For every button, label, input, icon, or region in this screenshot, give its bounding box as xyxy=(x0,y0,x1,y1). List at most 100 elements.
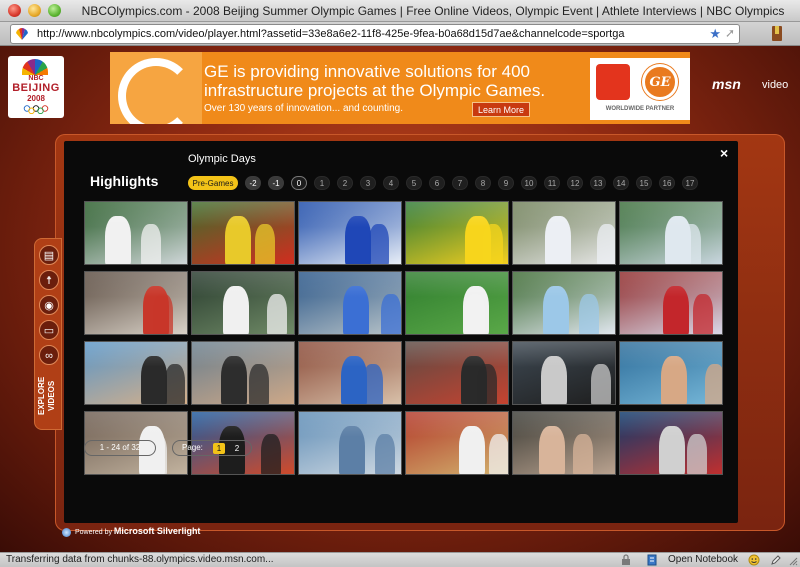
tv-icon[interactable]: ▭ xyxy=(39,320,59,340)
video-thumbnail[interactable] xyxy=(298,201,402,265)
ad-swirl-graphic xyxy=(110,52,202,124)
video-thumbnail[interactable] xyxy=(298,271,402,335)
olympic-day-11[interactable]: 11 xyxy=(544,176,560,190)
silverlight-icon xyxy=(62,527,71,537)
video-thumbnail[interactable] xyxy=(512,411,616,475)
video-thumbnail[interactable] xyxy=(191,271,295,335)
bookmark-star-icon[interactable]: ★ xyxy=(709,26,721,42)
athlete-figure xyxy=(153,294,173,334)
video-thumbnail[interactable] xyxy=(191,201,295,265)
video-thumbnail[interactable] xyxy=(84,271,188,335)
athlete-figure xyxy=(375,434,395,474)
thumbnail-gloss xyxy=(192,412,294,437)
thumbnail-gloss xyxy=(299,412,401,437)
olympic-day-2[interactable]: 2 xyxy=(337,176,353,190)
explore-videos-label: EXPLORE VIDEOS xyxy=(37,376,56,416)
olympic-day-12[interactable]: 12 xyxy=(567,176,583,190)
olympic-day-13[interactable]: 13 xyxy=(590,176,606,190)
olympic-day-10[interactable]: 10 xyxy=(521,176,537,190)
smiley-icon[interactable] xyxy=(748,554,760,566)
video-thumbnail[interactable] xyxy=(84,201,188,265)
video-thumbnail[interactable] xyxy=(619,411,723,475)
url-field[interactable]: http://www.nbcolympics.com/video/player.… xyxy=(10,24,740,44)
rings-icon[interactable]: ∞ xyxy=(39,345,59,365)
olympic-day-1[interactable]: 1 xyxy=(314,176,330,190)
olympic-day-15[interactable]: 15 xyxy=(636,176,652,190)
video-thumbnail[interactable] xyxy=(512,341,616,405)
athlete-figure xyxy=(381,294,401,334)
athlete-figure xyxy=(363,364,383,404)
page-label: Page: xyxy=(182,443,203,452)
silverlight-credit[interactable]: Powered by Microsoft Silverlight xyxy=(62,526,200,537)
minimize-window-button[interactable] xyxy=(28,4,41,17)
video-thumbnail[interactable] xyxy=(298,341,402,405)
olympic-day-14[interactable]: 14 xyxy=(613,176,629,190)
beijing-emblem-icon xyxy=(596,64,630,100)
olympic-day--1[interactable]: -1 xyxy=(268,176,284,190)
go-arrow-icon[interactable]: ➚ xyxy=(725,26,735,40)
olympic-day-6[interactable]: 6 xyxy=(429,176,445,190)
olympic-day-9[interactable]: 9 xyxy=(498,176,514,190)
olympic-rings-icon xyxy=(23,105,49,114)
video-thumbnail[interactable] xyxy=(405,411,509,475)
resize-grip-icon[interactable] xyxy=(786,554,798,566)
thumbnail-gloss xyxy=(85,342,187,367)
video-thumbnail[interactable] xyxy=(619,271,723,335)
video-thumbnail[interactable] xyxy=(512,271,616,335)
video-thumbnail[interactable] xyxy=(84,341,188,405)
eye-icon[interactable]: ◉ xyxy=(39,295,59,315)
msn-logo[interactable]: msn xyxy=(712,76,741,92)
open-notebook-link[interactable]: Open Notebook xyxy=(668,554,738,565)
results-count: 1 - 24 of 32 xyxy=(84,440,156,456)
security-icon[interactable] xyxy=(620,554,632,566)
olympic-day--2[interactable]: -2 xyxy=(245,176,261,190)
thumbnail-gloss xyxy=(299,272,401,297)
notebook-icon[interactable] xyxy=(646,554,658,566)
newspaper-icon[interactable]: ▤ xyxy=(39,245,59,265)
video-thumbnail[interactable] xyxy=(298,411,402,475)
video-thumbnail[interactable] xyxy=(405,341,509,405)
olympic-days-label: Olympic Days xyxy=(188,153,256,165)
explore-videos-tab[interactable]: ▤ ☨ ◉ ▭ ∞ EXPLORE VIDEOS xyxy=(34,238,62,430)
video-thumbnail[interactable] xyxy=(619,201,723,265)
msn-video-label[interactable]: video xyxy=(762,79,788,91)
olympic-day-5[interactable]: 5 xyxy=(406,176,422,190)
thumbnail-gloss xyxy=(192,202,294,227)
olympic-day-8[interactable]: 8 xyxy=(475,176,491,190)
highlights-panel: Highlights Olympic Days × Pre-Games -2 -1 0… xyxy=(64,141,738,523)
video-thumbnail[interactable] xyxy=(512,201,616,265)
video-thumbnail[interactable] xyxy=(619,341,723,405)
nbc-beijing-logo[interactable]: NBC BEIJING 2008 xyxy=(8,56,64,118)
learn-more-button[interactable]: Learn More xyxy=(472,102,530,117)
thumbnail-gloss xyxy=(299,202,401,227)
video-thumbnail[interactable] xyxy=(191,341,295,405)
olympic-day-16[interactable]: 16 xyxy=(659,176,675,190)
video-thumbnail[interactable] xyxy=(405,271,509,335)
powered-by-text: Powered by xyxy=(75,529,112,536)
ge-ad-banner[interactable]: GE is providing innovative solutions for… xyxy=(110,52,690,124)
zoom-window-button[interactable] xyxy=(48,4,61,17)
olympic-day-17[interactable]: 17 xyxy=(682,176,698,190)
ad-partner-logos: GE WORLDWIDE PARTNER xyxy=(590,58,690,120)
page-1-button[interactable]: 1 xyxy=(213,443,225,454)
athlete-figure xyxy=(579,294,599,334)
nbc-peacock-icon xyxy=(16,28,28,40)
olympic-day-3[interactable]: 3 xyxy=(360,176,376,190)
athlete-figure xyxy=(591,364,611,404)
close-window-button[interactable] xyxy=(8,4,21,17)
thumbnail-gloss xyxy=(513,342,615,367)
olympic-day-0[interactable]: 0 xyxy=(291,176,307,190)
logo-year: 2008 xyxy=(27,94,45,103)
olympic-day-7[interactable]: 7 xyxy=(452,176,468,190)
olympic-day-4[interactable]: 4 xyxy=(383,176,399,190)
edit-icon[interactable] xyxy=(770,554,782,566)
ad-subline: Over 130 years of innovation... and coun… xyxy=(204,103,404,114)
thumbnail-gloss xyxy=(406,272,508,297)
runner-icon[interactable]: ☨ xyxy=(39,270,59,290)
bookmarks-icon[interactable] xyxy=(772,26,782,41)
olympic-day-pre-games[interactable]: Pre-Games xyxy=(188,176,238,190)
video-thumbnail[interactable] xyxy=(405,201,509,265)
page-2-button[interactable]: 2 xyxy=(231,443,243,454)
athlete-figure xyxy=(681,224,701,264)
close-icon[interactable]: × xyxy=(720,145,728,161)
